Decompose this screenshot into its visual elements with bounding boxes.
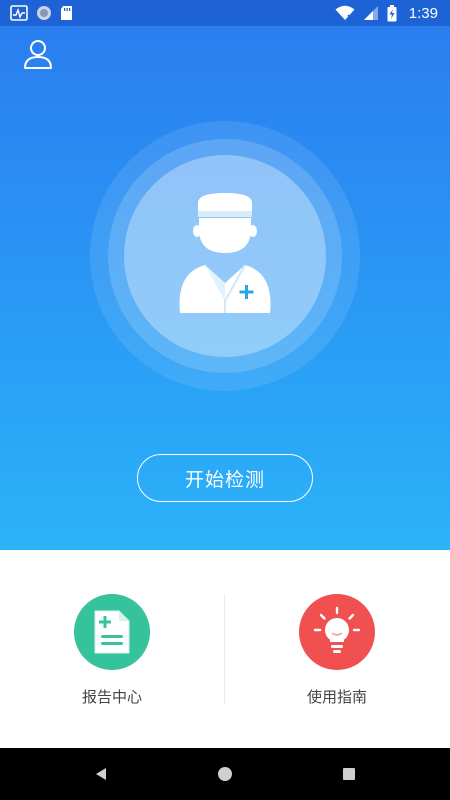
navigation-bar (0, 748, 450, 800)
status-time: 1:39 (408, 4, 438, 22)
signal-icon (363, 6, 378, 20)
activity-icon (10, 5, 28, 21)
home-icon (218, 767, 232, 781)
feature-divider (224, 594, 225, 704)
lightbulb-icon (313, 606, 361, 653)
report-icon-circle (74, 594, 150, 670)
recents-icon (343, 768, 355, 780)
doctor-icon (179, 193, 271, 313)
status-bar-right: 1:39 (335, 4, 438, 22)
status-bar-left (10, 5, 73, 21)
report-center-button[interactable]: 报告中心 (32, 594, 192, 707)
guide-icon-circle (299, 594, 375, 670)
circle-icon (37, 6, 51, 20)
recents-button[interactable] (337, 762, 361, 786)
home-button[interactable] (213, 762, 237, 786)
user-guide-label: 使用指南 (306, 688, 367, 706)
status-bar: 1:39 (0, 0, 450, 26)
wifi-icon (335, 5, 355, 20)
sd-card-icon (61, 6, 72, 20)
back-icon (96, 768, 106, 780)
report-center-label: 报告中心 (81, 688, 142, 706)
battery-charging-icon (387, 4, 397, 21)
feature-panel: 报告中心 使用指南 (0, 550, 450, 748)
user-icon[interactable] (22, 38, 54, 70)
hero-section: 开始检测 (0, 26, 450, 550)
report-document-icon (94, 610, 130, 654)
start-detection-button[interactable]: 开始检测 (137, 454, 313, 502)
back-button[interactable] (89, 762, 113, 786)
user-guide-button[interactable]: 使用指南 (257, 594, 417, 707)
